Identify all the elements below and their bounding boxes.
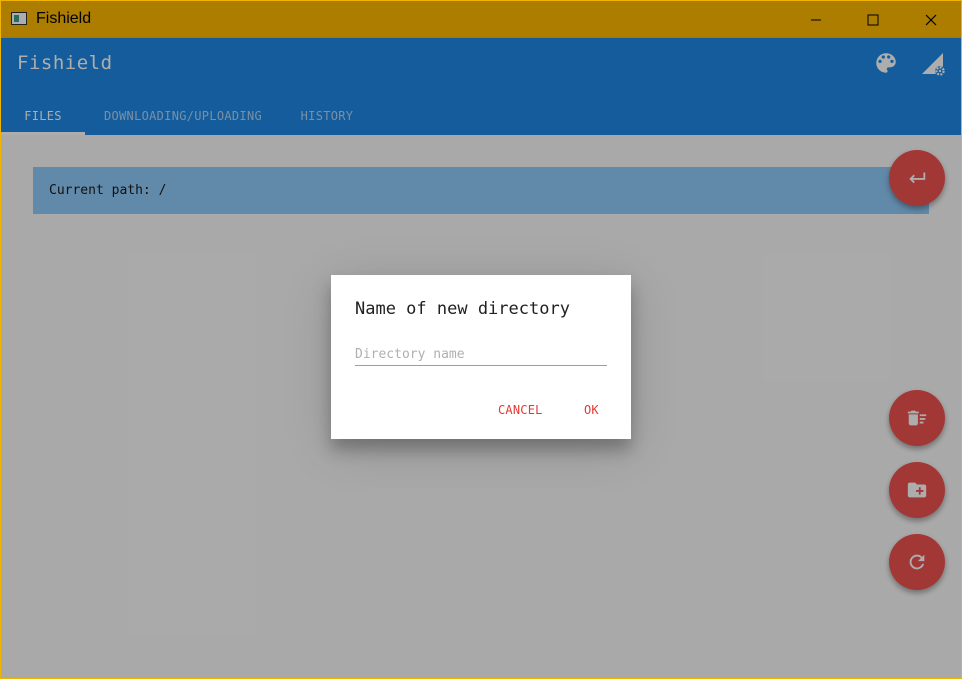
cancel-button[interactable]: CANCEL: [498, 403, 543, 417]
dialog-title: Name of new directory: [355, 299, 570, 319]
directory-name-input[interactable]: [355, 343, 607, 366]
ok-button[interactable]: OK: [584, 403, 599, 417]
new-directory-dialog: Name of new directory CANCEL OK: [331, 275, 631, 439]
app-window: Fishield Fishield FILES DOWNLOADING/UPLO…: [0, 0, 962, 679]
